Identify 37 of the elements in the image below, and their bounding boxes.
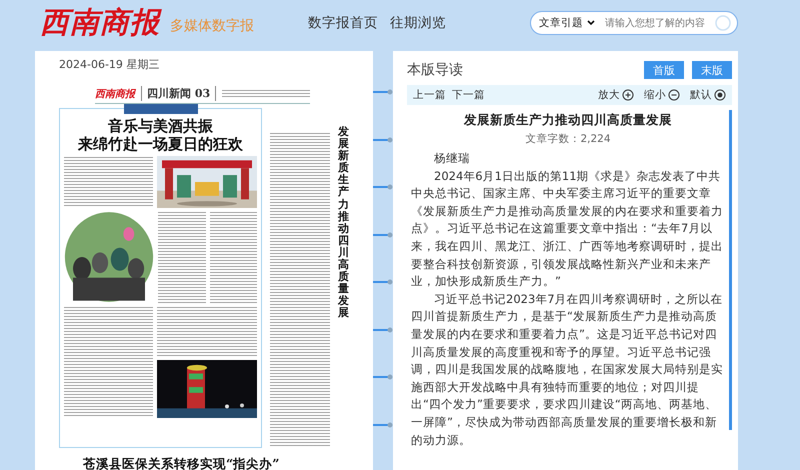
dot-circle-icon	[714, 89, 726, 101]
article-paragraph: 2024年6月1日出版的第11期《求是》杂志发表了中共中央总书记、国家主席、中央军委主席习近平的重要文章《发展新质生产力是推动高质量发展的内在要求和重要着力点》。习近平总书记在这篇重要文章中指出：“去年7月以来，我在四川、黑龙江、浙江、广西等地考察调研时，提出要整合科技创新资源，引领发展战略性新兴产业和未来产业，加快形成新质生产力。”	[411, 168, 724, 290]
masthead-logo: 西南商报	[95, 87, 135, 100]
connector-drawing	[373, 232, 393, 238]
connector-drawing	[373, 326, 393, 332]
scrollbar[interactable]	[729, 110, 732, 430]
scope-dropdown[interactable]: 文章引题	[539, 16, 595, 30]
nav-link[interactable]: 数字报首页	[308, 14, 378, 32]
article-nav-link[interactable]: 上一篇	[413, 88, 446, 102]
zoom-label[interactable]: 放大	[598, 88, 620, 102]
article-headline[interactable]: 苍溪县医保关系转移实现“指尖办”	[83, 456, 351, 470]
zoom-label[interactable]: 默认	[690, 88, 712, 102]
plus-circle-icon	[622, 89, 634, 101]
site-subtitle: 多媒体数字报	[170, 17, 254, 35]
newspaper-logo: 西南商报	[40, 4, 160, 41]
zoom-label[interactable]: 缩小	[644, 88, 666, 102]
connector-drawing	[373, 89, 393, 95]
connector-drawing	[373, 422, 393, 428]
panel-title: 本版导读	[407, 61, 463, 79]
article-title: 发展新质生产力推动四川高质量发展	[462, 112, 673, 129]
issue-date: 2024-06-19 星期三	[59, 57, 160, 72]
search-field[interactable]: 文章引题 请输入您想了解的内容	[530, 11, 738, 35]
article-nav-link[interactable]: 下一篇	[452, 88, 485, 102]
article-headline[interactable]: 发展新质生产力推动四川高质量发展	[338, 126, 349, 448]
section-title: 四川新闻 03	[141, 86, 216, 101]
search-icon[interactable]	[715, 15, 731, 31]
article-paragraph: 习近平总书记2023年7月在四川考察调研时，之所以在四川首提新质生产力，是基于“发展新质生产力是推动高质量发展的内在要求和重要着力点”。这是习近平总书记对四川高质量发展的高度重视和寄予的厚望。习近平总书记强调，四川是我国发展的战略腹地，在国家发展大局特别是实施西部大开发战略中具有独特而重要的地位；对四川提出“四个发力”重要要求，要求四川建设“两高地、两基地、一屏障”，尽快成为带动西部高质量发展的重要增长极和新的动力源。	[411, 290, 724, 448]
connector-drawing	[373, 136, 393, 142]
nav-link[interactable]: 往期浏览	[390, 14, 446, 32]
chevron-down-icon	[587, 20, 595, 26]
minus-circle-icon	[668, 89, 680, 101]
connector-drawing	[373, 374, 393, 380]
article-author: 杨继瑞	[433, 150, 471, 167]
word-count: 文章字数：2,224	[524, 132, 612, 146]
connector-drawing	[373, 184, 393, 190]
article-headline[interactable]: 音乐与美酒共振 来绵竹赴一场夏日的狂欢	[64, 117, 257, 153]
connector-drawing	[373, 279, 393, 285]
